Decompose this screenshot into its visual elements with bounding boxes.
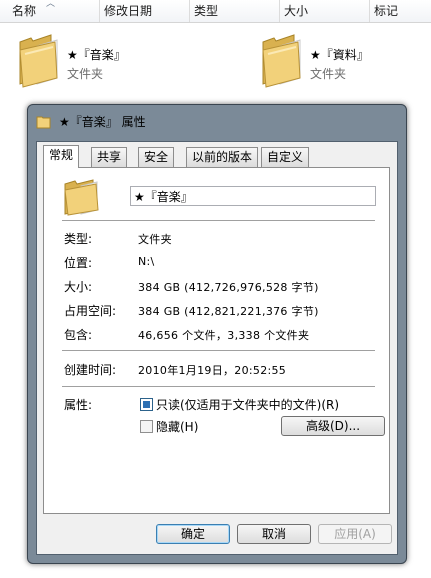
column-modified-date[interactable]: 修改日期 xyxy=(100,0,190,22)
location-label: 位置: xyxy=(64,256,93,270)
tab-general[interactable]: 常规 xyxy=(43,145,80,168)
separator xyxy=(62,350,375,352)
attributes-label: 属性: xyxy=(64,398,93,412)
tab-previous-versions[interactable]: 以前的版本 xyxy=(186,147,259,167)
dialog-client: 常规 共享 安全 以前的版本 自定义 类型: 文件夹 位置: N:\ 大小: 3… xyxy=(36,141,398,555)
hidden-label[interactable]: 隐藏(H) xyxy=(156,418,198,435)
created-value: 2010年1月19日，20:52:55 xyxy=(138,364,287,377)
created-label: 创建时间: xyxy=(64,363,117,377)
size-on-disk-value: 384 GB (412,821,221,376 字节) xyxy=(138,305,319,318)
general-panel: 类型: 文件夹 位置: N:\ 大小: 384 GB (412,726,976,… xyxy=(43,167,390,514)
readonly-checkbox[interactable] xyxy=(140,398,153,411)
location-value: N:\ xyxy=(138,255,155,268)
advanced-button[interactable]: 高级(D)... xyxy=(281,416,385,436)
contains-label: 包含: xyxy=(64,328,93,342)
folder-icon xyxy=(262,34,301,88)
folder-icon xyxy=(36,116,51,129)
apply-button[interactable]: 应用(A) xyxy=(318,524,392,544)
folder-name-input[interactable] xyxy=(130,186,376,206)
tab-sharing[interactable]: 共享 xyxy=(91,147,128,167)
file-type: 文件夹 xyxy=(310,67,347,81)
tab-security[interactable]: 安全 xyxy=(138,147,175,167)
type-label: 类型: xyxy=(64,232,93,246)
separator xyxy=(62,220,375,222)
column-type[interactable]: 类型 xyxy=(190,0,280,22)
column-name[interactable]: 名称 xyxy=(8,0,100,22)
type-value: 文件夹 xyxy=(138,233,172,246)
folder-icon xyxy=(64,179,99,216)
column-size[interactable]: 大小 xyxy=(280,0,370,22)
file-type: 文件夹 xyxy=(67,67,104,81)
size-label: 大小: xyxy=(64,280,93,294)
dialog-titlebar[interactable]: ★『音楽』 属性 xyxy=(28,105,406,137)
cancel-button[interactable]: 取消 xyxy=(237,524,311,544)
file-name: ★『音楽』 xyxy=(67,48,126,62)
readonly-label[interactable]: 只读(仅适用于文件夹中的文件)(R) xyxy=(156,396,339,413)
file-item-music[interactable]: ★『音楽』 文件夹 xyxy=(17,34,197,90)
tab-customize[interactable]: 自定义 xyxy=(261,147,310,167)
file-item-documents[interactable]: ★『資料』 文件夹 xyxy=(260,34,431,90)
size-value: 384 GB (412,726,976,528 字节) xyxy=(138,281,319,294)
properties-dialog: ★『音楽』 属性 常规 共享 安全 以前的版本 自定义 类型: 文件夹 位置: … xyxy=(27,104,407,564)
separator xyxy=(62,386,375,388)
file-name: ★『資料』 xyxy=(310,48,369,62)
column-header: ︿ 名称 修改日期 类型 大小 标记 xyxy=(0,0,431,23)
size-on-disk-label: 占用空间: xyxy=(64,304,117,318)
folder-icon xyxy=(19,34,58,88)
contains-value: 46,656 个文件，3,338 个文件夹 xyxy=(138,329,310,342)
dialog-title: ★『音楽』 属性 xyxy=(59,115,146,129)
column-tags[interactable]: 标记 xyxy=(370,0,431,22)
ok-button[interactable]: 确定 xyxy=(156,524,230,544)
hidden-checkbox[interactable] xyxy=(140,420,153,433)
